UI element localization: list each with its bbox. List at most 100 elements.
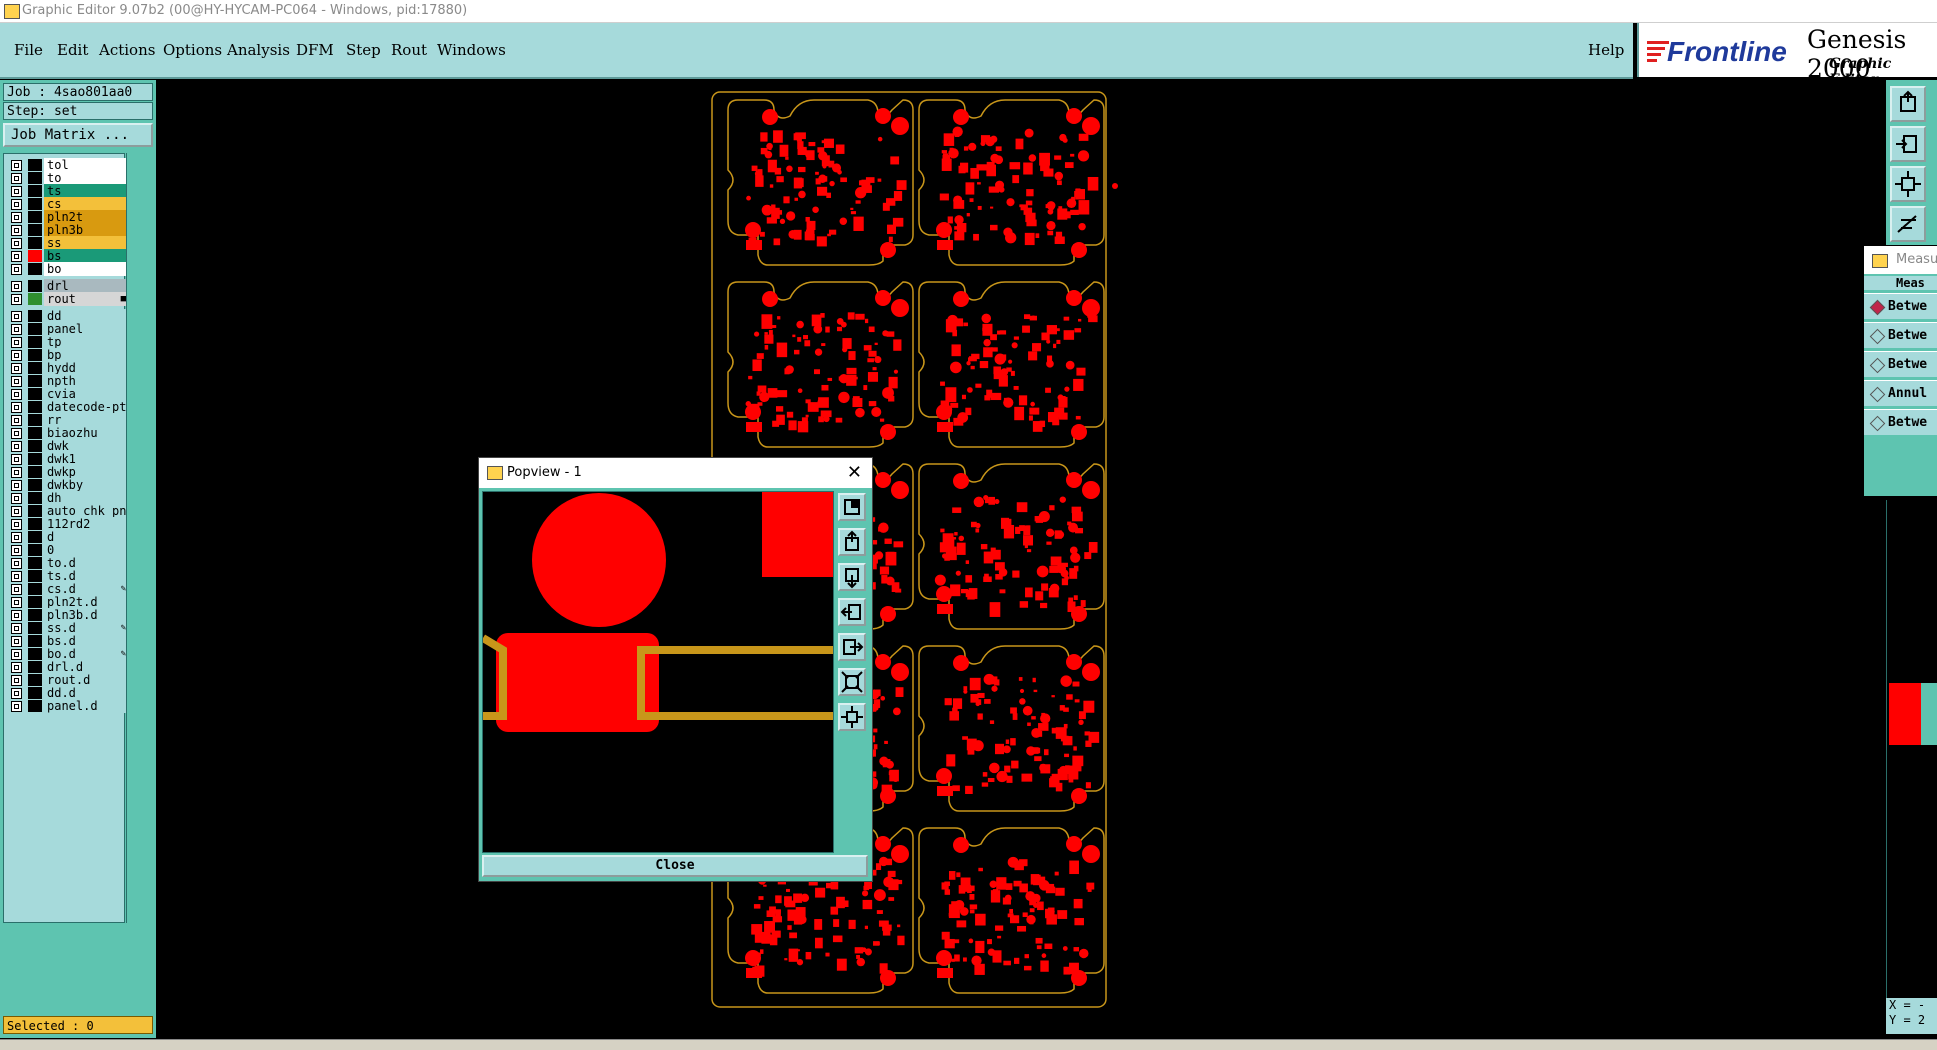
layer-color-swatch[interactable]	[28, 544, 42, 556]
menu-windows[interactable]: Windows	[437, 41, 506, 59]
layer-checkbox[interactable]	[11, 376, 22, 387]
layer-color-swatch[interactable]	[28, 687, 42, 699]
layer-checkbox[interactable]	[11, 649, 22, 660]
layer-row[interactable]: panel	[6, 322, 128, 336]
layer-row[interactable]: 112rd2	[6, 517, 128, 531]
layer-row[interactable]: bs.d	[6, 634, 128, 648]
layer-row[interactable]: tol	[6, 158, 128, 172]
layer-color-swatch[interactable]	[28, 661, 42, 673]
layer-row[interactable]: ss	[6, 236, 128, 250]
layer-name[interactable]: cs.d ✎	[44, 582, 128, 596]
radio-diamond-icon[interactable]	[1869, 415, 1886, 432]
layer-row[interactable]: rr	[6, 413, 128, 427]
layer-row[interactable]: auto_chk_pn	[6, 504, 128, 518]
layer-name[interactable]: pln2t	[44, 210, 128, 224]
layer-row[interactable]: cs.d ✎	[6, 582, 128, 596]
layer-checkbox[interactable]	[11, 597, 22, 608]
layer-color-swatch[interactable]	[28, 250, 42, 262]
job-matrix-button[interactable]: Job Matrix ...	[3, 123, 153, 147]
menu-step[interactable]: Step	[346, 41, 381, 59]
popview-canvas[interactable]	[480, 491, 834, 853]
layer-row[interactable]: rout ■	[6, 292, 128, 306]
layer-checkbox[interactable]	[11, 688, 22, 699]
layer-color-swatch[interactable]	[28, 224, 42, 236]
layer-color-swatch[interactable]	[28, 336, 42, 348]
menu-edit[interactable]: Edit	[57, 41, 88, 59]
popview-tool-3[interactable]	[838, 563, 866, 591]
layer-name[interactable]: bs	[44, 249, 128, 263]
layer-row[interactable]: dwkp	[6, 465, 128, 479]
layer-row[interactable]: bo.d ✎	[6, 647, 128, 661]
layer-color-swatch[interactable]	[28, 557, 42, 569]
layer-color-swatch[interactable]	[28, 583, 42, 595]
popview-tool-6[interactable]	[838, 668, 866, 696]
layer-checkbox[interactable]	[11, 662, 22, 673]
measure-option[interactable]: Betwe	[1864, 293, 1937, 319]
layer-checkbox[interactable]	[11, 160, 22, 171]
layer-name[interactable]: 0	[44, 543, 128, 557]
layer-checkbox[interactable]	[11, 493, 22, 504]
layer-color-swatch[interactable]	[28, 198, 42, 210]
layer-row[interactable]: to.d	[6, 556, 128, 570]
layer-checkbox[interactable]	[11, 324, 22, 335]
close-icon[interactable]: ✕	[847, 458, 862, 488]
layer-checkbox[interactable]	[11, 623, 22, 634]
layer-checkbox[interactable]	[11, 701, 22, 712]
layer-checkbox[interactable]	[11, 337, 22, 348]
layer-checkbox[interactable]	[11, 480, 22, 491]
layer-row[interactable]: pln2t	[6, 210, 128, 224]
layer-checkbox[interactable]	[11, 212, 22, 223]
popview-close-button[interactable]: Close	[482, 855, 868, 877]
layer-name[interactable]: dwkp	[44, 465, 128, 479]
menu-options[interactable]: Options	[163, 41, 222, 59]
layer-color-swatch[interactable]	[28, 293, 42, 305]
layer-checkbox[interactable]	[11, 186, 22, 197]
layer-row[interactable]: d	[6, 530, 128, 544]
menu-rout[interactable]: Rout	[391, 41, 427, 59]
layer-checkbox[interactable]	[11, 532, 22, 543]
layer-name[interactable]: to.d	[44, 556, 128, 570]
layer-row[interactable]: panel.d	[6, 699, 128, 713]
layer-checkbox[interactable]	[11, 402, 22, 413]
measure-option[interactable]: Annul	[1864, 380, 1937, 406]
layer-color-swatch[interactable]	[28, 609, 42, 621]
graphic-canvas[interactable]	[156, 80, 1886, 1038]
zoom-fit-button[interactable]	[1890, 166, 1926, 202]
layer-checkbox[interactable]	[11, 441, 22, 452]
menu-actions[interactable]: Actions	[99, 41, 155, 59]
zoom-back-button[interactable]	[1890, 126, 1926, 162]
layer-color-swatch[interactable]	[28, 622, 42, 634]
layer-color-swatch[interactable]	[28, 505, 42, 517]
layer-checkbox[interactable]	[11, 428, 22, 439]
layer-color-swatch[interactable]	[28, 518, 42, 530]
layer-name[interactable]: datecode-pte	[44, 400, 128, 414]
layer-row[interactable]: rout.d	[6, 673, 128, 687]
layer-color-swatch[interactable]	[28, 414, 42, 426]
layer-name[interactable]: dd	[44, 309, 128, 323]
layer-row[interactable]: bo	[6, 262, 128, 276]
layer-name[interactable]: tol	[44, 158, 128, 172]
layer-checkbox[interactable]	[11, 264, 22, 275]
layer-row[interactable]: cvia	[6, 387, 128, 401]
popview-tool-7[interactable]	[838, 703, 866, 731]
layer-row[interactable]: npth	[6, 374, 128, 388]
layer-name[interactable]: ts.d	[44, 569, 128, 583]
layer-color-swatch[interactable]	[28, 172, 42, 184]
layer-name[interactable]: pln2t.d	[44, 595, 128, 609]
layer-name[interactable]: d	[44, 530, 128, 544]
layer-name[interactable]: dwkby	[44, 478, 128, 492]
popview-tool-1[interactable]	[838, 493, 866, 521]
layer-color-swatch[interactable]	[28, 362, 42, 374]
layer-row[interactable]: pln2t.d	[6, 595, 128, 609]
radio-diamond-icon[interactable]	[1869, 386, 1886, 403]
layer-name[interactable]: panel	[44, 322, 128, 336]
layer-row[interactable]: bp	[6, 348, 128, 362]
layer-color-swatch[interactable]	[28, 375, 42, 387]
layer-name[interactable]: ss	[44, 236, 128, 250]
layer-color-swatch[interactable]	[28, 401, 42, 413]
layer-row[interactable]: cs	[6, 197, 128, 211]
layer-color-swatch[interactable]	[28, 453, 42, 465]
layer-name[interactable]: bp	[44, 348, 128, 362]
layer-name[interactable]: 112rd2	[44, 517, 128, 531]
zoom-home-button[interactable]	[1890, 86, 1926, 122]
